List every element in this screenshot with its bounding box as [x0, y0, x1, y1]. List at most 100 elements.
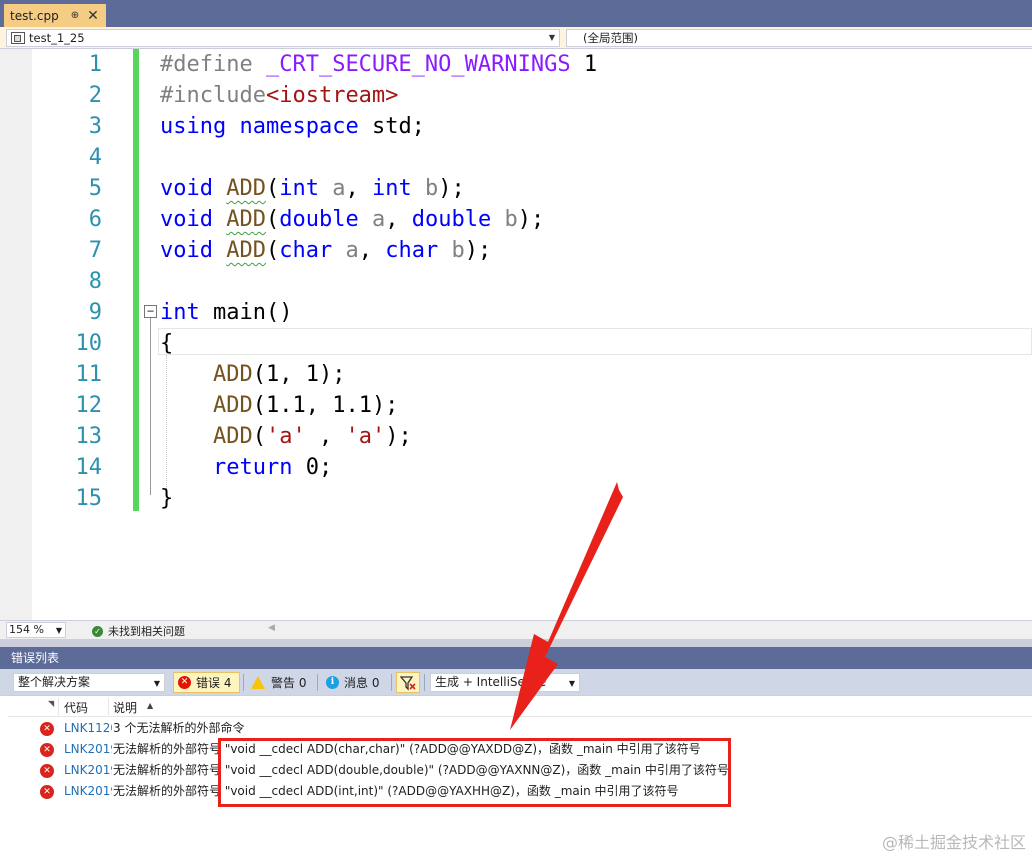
issues-indicator[interactable]: ✓ 未找到相关问题 — [92, 623, 185, 639]
code-token: b — [424, 176, 439, 201]
errors-toggle-button[interactable]: ✕ 错误 4 — [173, 672, 240, 693]
tab-title: test.cpp — [10, 8, 59, 23]
column-header-code[interactable]: 代码 — [64, 699, 88, 716]
code-token: char — [385, 238, 439, 263]
error-code-link[interactable]: LNK1120 — [64, 718, 112, 739]
code-token: ); — [385, 424, 412, 449]
code-editor[interactable]: 1 #define _CRT_SECURE_NO_WARNINGS 1 2 #incl… — [0, 49, 1032, 620]
line-number: 10 — [75, 331, 103, 356]
code-line[interactable]: 15} — [0, 483, 1032, 514]
code-line[interactable]: 5 void ADD(int a, int b); — [0, 173, 1032, 204]
column-header-description[interactable]: 说明 — [113, 699, 137, 716]
column-divider[interactable] — [108, 698, 109, 715]
error-code-link[interactable]: LNK2019 — [64, 781, 112, 802]
project-dropdown[interactable]: test_1_25 ▼ — [6, 29, 560, 47]
chevron-down-icon[interactable]: ▼ — [56, 624, 62, 638]
code-text[interactable]: #include<iostream> — [160, 80, 398, 111]
code-token: a — [371, 207, 386, 232]
code-text[interactable]: using namespace std; — [160, 111, 425, 142]
panel-splitter[interactable] — [0, 639, 1032, 647]
code-token: ( — [252, 424, 266, 449]
code-token: using — [160, 114, 227, 139]
error-icon: ✕ — [178, 676, 191, 689]
solution-scope-dropdown[interactable]: 整个解决方案 ▼ — [13, 673, 165, 692]
column-chooser-icon[interactable]: ◥ — [48, 699, 54, 708]
code-token: , — [358, 238, 386, 263]
code-line[interactable]: 3 using namespace std; — [0, 111, 1032, 142]
editor-status-bar: 154 % ▼ ✓ 未找到相关问题 ◀ — [0, 620, 1032, 639]
code-text[interactable]: } — [160, 483, 173, 514]
code-text[interactable]: int main() — [160, 297, 292, 328]
code-line[interactable]: 7 void ADD(char a, char b); — [0, 235, 1032, 266]
error-icon: ✕ — [40, 764, 54, 778]
code-text[interactable]: void ADD(double a, double b); — [160, 204, 544, 235]
code-text[interactable]: ADD('a' , 'a'); — [160, 421, 412, 452]
filter-button[interactable] — [396, 672, 420, 693]
code-line[interactable]: 9 − int main() — [0, 297, 1032, 328]
code-text[interactable]: void ADD(char a, char b); — [160, 235, 491, 266]
scope-dropdown[interactable]: (全局范围) — [566, 29, 1032, 47]
line-number: 7 — [88, 238, 102, 263]
messages-toggle-button[interactable]: i 消息 0 — [322, 672, 383, 693]
errors-label: 错误 4 — [196, 676, 232, 690]
code-line[interactable]: 11 ADD(1, 1); — [0, 359, 1032, 390]
code-line[interactable]: 10 { — [0, 328, 1032, 359]
collapse-icon[interactable]: − — [144, 305, 157, 318]
code-token: ADD — [212, 393, 253, 418]
chevron-down-icon[interactable]: ▼ — [549, 33, 555, 42]
pin-icon[interactable]: ⊕ — [71, 10, 79, 21]
close-icon[interactable]: ✕ — [87, 8, 99, 24]
chevron-down-icon[interactable]: ▼ — [569, 675, 575, 692]
code-text[interactable]: ADD(1, 1); — [160, 359, 345, 390]
code-token: ); — [464, 238, 492, 263]
code-token: , — [385, 207, 412, 232]
code-text[interactable]: #define _CRT_SECURE_NO_WARNINGS 1 — [160, 49, 597, 80]
code-token: ADD — [226, 238, 266, 263]
build-filter-dropdown[interactable]: 生成 + IntelliSense ▼ — [430, 673, 580, 692]
solution-scope-value: 整个解决方案 — [18, 675, 91, 689]
code-line[interactable]: 13 ADD('a' , 'a'); — [0, 421, 1032, 452]
warnings-toggle-button[interactable]: 警告 0 — [247, 672, 310, 693]
code-token: void — [160, 176, 213, 201]
code-token: , — [305, 424, 346, 449]
error-list-toolbar: 整个解决方案 ▼ ✕ 错误 4 警告 0 i 消息 0 生成 + Intelli… — [0, 669, 1032, 696]
code-token: a — [345, 238, 359, 263]
line-number: 12 — [75, 393, 103, 418]
error-code-link[interactable]: LNK2019 — [64, 739, 112, 760]
code-token: ( — [265, 207, 280, 232]
code-line[interactable]: 14 return 0; — [0, 452, 1032, 483]
code-text[interactable]: return 0; — [160, 452, 332, 483]
code-line[interactable]: 6 void ADD(double a, double b); — [0, 204, 1032, 235]
build-filter-value: 生成 + IntelliSense — [435, 675, 547, 689]
code-text[interactable]: { — [160, 328, 173, 359]
code-text[interactable]: ADD(1.1, 1.1); — [160, 390, 398, 421]
code-line[interactable]: 1 #define _CRT_SECURE_NO_WARNINGS 1 — [0, 49, 1032, 80]
code-token: int — [279, 176, 319, 201]
chevron-down-icon[interactable]: ▼ — [154, 675, 160, 692]
zoom-dropdown[interactable]: 154 % ▼ — [6, 622, 66, 638]
scroll-left-icon[interactable]: ◀ — [268, 623, 275, 633]
line-number: 14 — [75, 455, 103, 480]
column-divider[interactable] — [58, 698, 59, 715]
navigation-bar: test_1_25 ▼ (全局范围) — [0, 27, 1032, 49]
code-line[interactable]: 12 ADD(1.1, 1.1); — [0, 390, 1032, 421]
code-token: ( — [265, 176, 280, 201]
issues-text: 未找到相关问题 — [108, 625, 185, 638]
error-code-link[interactable]: LNK2019 — [64, 760, 112, 781]
code-token: <iostream> — [265, 83, 399, 108]
code-token: ); — [438, 176, 465, 201]
code-token: int — [371, 176, 412, 201]
code-text[interactable]: void ADD(int a, int b); — [160, 173, 465, 204]
code-line[interactable]: 2 #include<iostream> — [0, 80, 1032, 111]
tab-test-cpp[interactable]: test.cpp ⊕ ✕ — [4, 4, 106, 27]
code-line[interactable]: 8 — [0, 266, 1032, 297]
code-line[interactable]: 4 — [0, 142, 1032, 173]
error-row[interactable]: ✕ LNK11203 个无法解析的外部命令 — [0, 718, 1032, 739]
code-token: 'a' — [265, 424, 306, 449]
